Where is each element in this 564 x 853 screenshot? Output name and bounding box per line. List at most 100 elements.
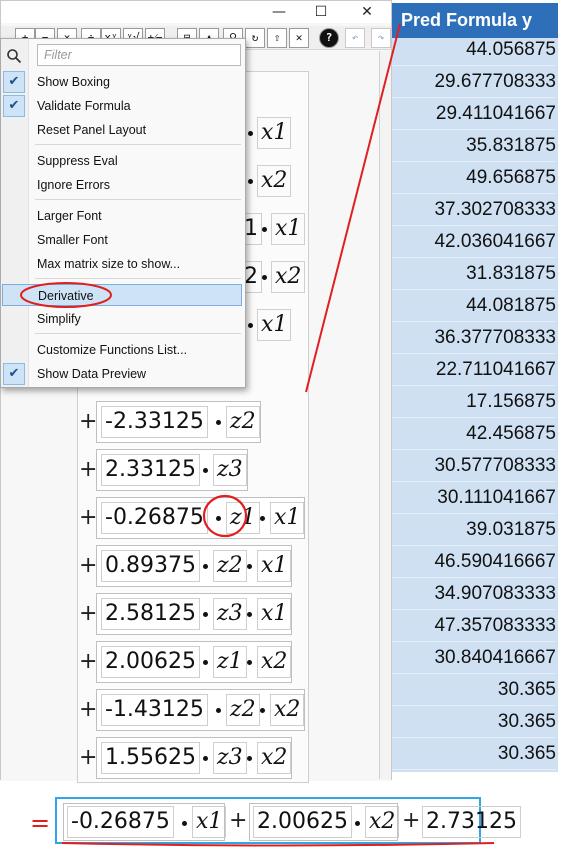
result-term[interactable]: -0.26875 x1 [63,803,227,841]
multiply-dot [260,516,265,521]
table-cell[interactable]: 47.357083333 [392,610,556,642]
variable-z1[interactable]: z1 [213,646,247,678]
formula-term-row: + -0.26875 z1 x1 [79,497,309,539]
menu-separator [35,333,241,334]
variable-x1[interactable]: x1 [257,550,292,582]
coefficient[interactable]: -0.26875 [67,806,174,838]
result-term[interactable]: 2.00625 x2 [249,803,400,841]
table-cell[interactable]: 49.656875 [392,162,556,194]
product-term[interactable]: 0.89375 z2 x1 [96,545,292,587]
table-cell[interactable]: 46.590416667 [392,546,556,578]
plus-sign: + [402,808,421,833]
table-cell[interactable]: 30.365 [392,738,556,770]
table-cell[interactable]: 34.907083333 [392,578,556,610]
coefficient[interactable]: -0.26875 [101,502,208,534]
table-cell[interactable]: 44.056875 [392,34,556,66]
menu-item-reset-panel-layout[interactable]: Reset Panel Layout [31,119,241,141]
menu-item-larger-font[interactable]: Larger Font [31,205,241,227]
table-cell[interactable]: 36.377708333 [392,322,556,354]
redo-icon[interactable]: ↷ [371,28,391,48]
product-term[interactable]: 1.55625 z3 x2 [96,737,292,779]
minimize-button[interactable]: — [259,1,299,23]
coefficient[interactable]: -2.33125 [101,406,208,438]
variable-x1[interactable]: x1 [192,806,227,838]
maximize-button[interactable]: ☐ [301,1,341,23]
menu-item-suppress-eval[interactable]: Suppress Eval [31,150,241,172]
table-cell[interactable]: 30.365 [392,674,556,706]
coefficient[interactable]: 2.33125 [101,454,200,486]
product-term[interactable]: -2.33125 z2 [96,401,261,443]
variable-z3[interactable]: z3 [213,454,247,486]
coefficient[interactable]: 2.00625 [101,646,200,678]
menu-item-derivative[interactable]: Derivative [2,284,242,306]
table-cell[interactable]: 29.677708333 [392,66,556,98]
variable-x1[interactable]: x1 [271,213,306,245]
menu-filter-input[interactable]: Filter [37,44,241,66]
variable-x2[interactable]: x2 [270,694,305,726]
multiply-dot [203,756,208,761]
variable-x2[interactable]: x2 [365,806,400,838]
multiply-dot [247,660,252,665]
variable-z1[interactable]: z1 [226,502,260,534]
table-cell[interactable]: 29.411041667 [392,98,556,130]
variable-z2[interactable]: z2 [226,694,260,726]
variable-z3[interactable]: z3 [213,742,247,774]
variable-z2[interactable]: z2 [213,550,247,582]
variable-x1[interactable]: x1 [270,502,305,534]
undo-icon[interactable]: ↶ [345,28,365,48]
product-term[interactable]: -0.26875 z1 x1 [96,497,305,539]
coefficient[interactable]: 2.00625 [253,806,352,838]
column-header[interactable]: Pred Formula y [392,3,558,38]
result-formula-box[interactable]: -0.26875 x1 +2.00625 x2 +2.73125 [55,797,521,844]
product-term[interactable]: -1.43125 z2 x2 [96,689,305,731]
table-cell[interactable]: 42.456875 [392,418,556,450]
product-term[interactable]: 2.58125 z3 x1 [96,593,292,635]
coefficient[interactable]: 1.55625 [101,742,200,774]
menu-item-simplify[interactable]: Simplify [31,308,241,330]
menu-item-max-matrix-size-to-show[interactable]: Max matrix size to show... [31,253,241,275]
multiply-dot [262,227,267,232]
product-term[interactable]: 2.00625 z1 x2 [96,641,292,683]
menu-item-ignore-errors[interactable]: Ignore Errors [31,174,241,196]
table-cell[interactable]: 30.365 [392,706,556,738]
table-cell[interactable]: 37.302708333 [392,194,556,226]
menu-item-validate-formula[interactable]: Validate Formula [31,95,241,117]
table-cell[interactable]: 30.577708333 [392,450,556,482]
delete-icon[interactable]: ✕ [289,28,309,48]
coefficient[interactable]: 0.89375 [101,550,200,582]
variable-x1[interactable]: x1 [257,598,292,630]
table-cell[interactable]: 31.831875 [392,258,556,290]
table-cell[interactable]: 17.156875 [392,386,556,418]
variable-x2[interactable]: x2 [257,646,292,678]
table-cell[interactable]: 44.081875 [392,290,556,322]
variable-x2[interactable]: x2 [271,261,306,293]
peel-icon[interactable]: ⇧ [267,28,287,48]
variable-z2[interactable]: z2 [226,406,260,438]
table-cell[interactable]: 30.840416667 [392,642,556,674]
table-cell[interactable]: 30.111041667 [392,482,556,514]
variable-x2[interactable]: x2 [257,165,292,197]
menu-item-show-boxing[interactable]: Show Boxing [31,71,241,93]
multiply-dot [203,612,208,617]
vertical-scrollbar[interactable] [379,51,391,779]
variable-z3[interactable]: z3 [213,598,247,630]
variable-x1[interactable]: x1 [257,117,292,149]
coefficient[interactable]: 2.58125 [101,598,200,630]
table-cell[interactable]: 42.036041667 [392,226,556,258]
table-cell[interactable]: 39.031875 [392,514,556,546]
coefficient[interactable]: -1.43125 [101,694,208,726]
menu-item-customize-functions-list[interactable]: Customize Functions List... [31,339,241,361]
variable-x1[interactable]: x1 [257,309,292,341]
formula-term-row: +2.00625 z1 x2 [79,641,309,683]
product-term[interactable]: 2.33125 z3 [96,449,248,491]
menu-item-smaller-font[interactable]: Smaller Font [31,229,241,251]
table-cell[interactable]: 22.711041667 [392,354,556,386]
menu-item-show-data-preview[interactable]: Show Data Preview [31,363,241,385]
cycle-icon[interactable]: ↻ [245,28,265,48]
help-icon[interactable]: ? [319,28,339,48]
variable-x2[interactable]: x2 [257,742,292,774]
constant-term[interactable]: 2.73125 [422,806,521,838]
checkmark-icon: ✔ [3,95,25,117]
close-button[interactable]: ✕ [347,1,387,23]
table-cell[interactable]: 35.831875 [392,130,556,162]
